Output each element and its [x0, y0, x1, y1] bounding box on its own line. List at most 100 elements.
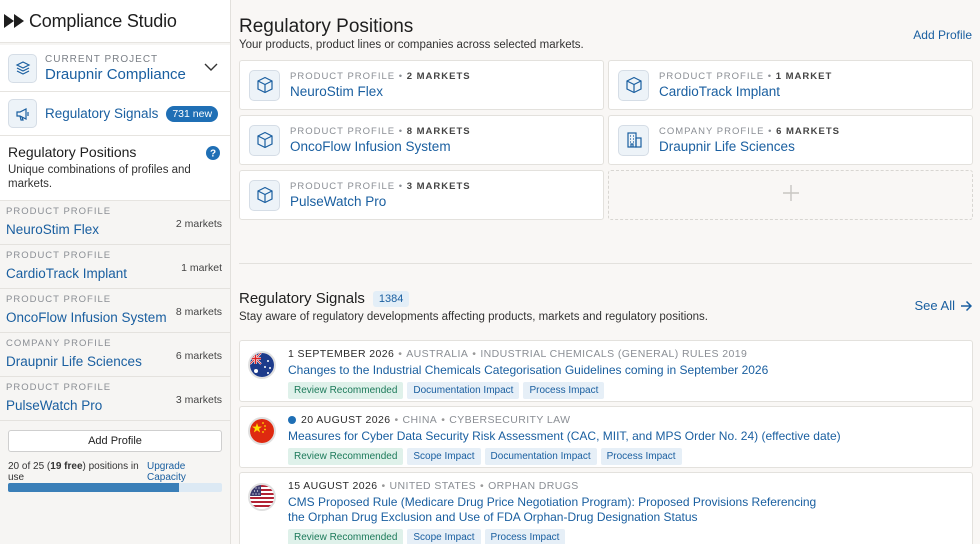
- signal-card-china[interactable]: 20 AUGUST 2026 • CHINA • CYBERSECURITY L…: [239, 406, 973, 468]
- profile-kind: PRODUCT PROFILE: [6, 250, 112, 261]
- positions-title: Regulatory Positions: [8, 144, 137, 160]
- regulatory-positions-panel: Regulatory Positions Unique combinations…: [0, 136, 230, 201]
- signal-headline[interactable]: CMS Proposed Rule (Medicare Drug Price N…: [288, 495, 828, 525]
- signal-date: 1 SEPTEMBER 2026: [288, 348, 395, 360]
- project-label: CURRENT PROJECT: [45, 53, 159, 65]
- signals-section-title: Regulatory Signals 1384: [239, 290, 410, 307]
- add-position-card[interactable]: [608, 170, 973, 220]
- arrow-right-icon: [960, 300, 972, 312]
- position-card-neurostim-flex[interactable]: PRODUCT PROFILE • 2 MARKETS NeuroStim Fl…: [239, 60, 604, 110]
- position-card-pulsewatch-pro[interactable]: PRODUCT PROFILE • 3 MARKETS PulseWatch P…: [239, 170, 604, 220]
- tag-review-recommended: Review Recommended: [288, 529, 404, 544]
- position-card-draupnir-life-sciences[interactable]: COMPANY PROFILE • 6 MARKETS Draupnir Lif…: [608, 115, 973, 165]
- layers-icon: [8, 53, 37, 83]
- signal-date: 15 AUGUST 2026: [288, 480, 378, 492]
- market-count: 1 market: [181, 262, 222, 274]
- card-markets: 1 MARKET: [775, 71, 833, 82]
- add-profile-link[interactable]: Add Profile: [913, 28, 972, 42]
- cube-icon: [249, 179, 280, 211]
- cube-icon: [249, 69, 280, 101]
- card-markets: 8 MARKETS: [406, 126, 471, 137]
- profile-kind: PRODUCT PROFILE: [6, 294, 112, 305]
- position-card-cardiotrack-implant[interactable]: PRODUCT PROFILE • 1 MARKET CardioTrack I…: [608, 60, 973, 110]
- signal-topic: CYBERSECURITY LAW: [449, 414, 571, 426]
- tag-process-impact: Process Impact: [600, 448, 682, 465]
- new-signals-badge: 731 new: [166, 105, 219, 122]
- signal-date: 20 AUGUST 2026: [301, 414, 391, 426]
- unread-dot-icon: [288, 416, 296, 424]
- tag-scope-impact: Scope Impact: [407, 529, 481, 544]
- signals-count-badge: 1384: [372, 290, 410, 307]
- profile-kind: COMPANY PROFILE: [6, 338, 112, 349]
- signals-nav-label: Regulatory Signals: [45, 106, 159, 121]
- tag-documentation-impact: Documentation Impact: [407, 382, 520, 399]
- position-card-oncoflow-infusion-system[interactable]: PRODUCT PROFILE • 8 MARKETS OncoFlow Inf…: [239, 115, 604, 165]
- sidebar-item-neurostim-flex[interactable]: PRODUCT PROFILE NeuroStim Flex 2 markets: [0, 201, 230, 245]
- card-kind: PRODUCT PROFILE: [290, 181, 396, 192]
- brand-name: Compliance Studio: [29, 10, 177, 31]
- tag-process-impact: Process Impact: [523, 382, 605, 399]
- australia-flag-icon: [248, 351, 276, 379]
- signal-meta: 1 SEPTEMBER 2026 • AUSTRALIA • INDUSTRIA…: [288, 348, 748, 360]
- main-content: Regulatory Positions Your products, prod…: [231, 0, 980, 544]
- project-name: Draupnir Compliance: [45, 65, 186, 83]
- signal-country: UNITED STATES: [389, 480, 477, 492]
- card-name: NeuroStim Flex: [290, 84, 384, 99]
- card-kind: COMPANY PROFILE: [659, 126, 765, 137]
- signal-topic: ORPHAN DRUGS: [488, 480, 579, 492]
- see-all-link[interactable]: See All: [915, 298, 972, 313]
- sidebar-item-regulatory-signals[interactable]: Regulatory Signals 731 new: [0, 92, 230, 136]
- sidebar-item-draupnir-life-sciences[interactable]: COMPANY PROFILE Draupnir Life Sciences 6…: [0, 333, 230, 377]
- usage-text: 20 of 25 (19 free) positions in use: [8, 461, 139, 483]
- positions-description: Unique combinations of profiles and mark…: [8, 164, 191, 190]
- plus-icon: [782, 184, 800, 207]
- upgrade-capacity-link[interactable]: Upgrade Capacity: [147, 461, 222, 483]
- signal-card-united-states[interactable]: 15 AUGUST 2026 • UNITED STATES • ORPHAN …: [239, 472, 973, 544]
- help-icon[interactable]: ?: [206, 146, 220, 165]
- cube-icon: [618, 69, 649, 101]
- page-subtitle: Your products, product lines or companie…: [239, 39, 584, 51]
- signal-card-australia[interactable]: 1 SEPTEMBER 2026 • AUSTRALIA • INDUSTRIA…: [239, 340, 973, 402]
- card-kind: PRODUCT PROFILE: [290, 71, 396, 82]
- capacity-usage: 20 of 25 (19 free) positions in use Upgr…: [8, 461, 222, 483]
- cube-icon: [249, 124, 280, 156]
- brand[interactable]: Compliance Studio: [0, 0, 230, 43]
- profile-kind: PRODUCT PROFILE: [6, 206, 112, 217]
- chevron-down-icon[interactable]: [204, 59, 218, 77]
- svg-text:?: ?: [210, 149, 216, 160]
- china-flag-icon: [248, 417, 276, 445]
- tag-documentation-impact: Documentation Impact: [484, 448, 597, 465]
- card-name: CardioTrack Implant: [659, 84, 781, 99]
- market-count: 6 markets: [175, 350, 222, 362]
- tag-review-recommended: Review Recommended: [288, 382, 404, 399]
- card-markets: 6 MARKETS: [776, 126, 840, 137]
- see-all-label: See All: [914, 298, 955, 313]
- tag-process-impact: Process Impact: [484, 529, 566, 544]
- profile-kind: PRODUCT PROFILE: [6, 382, 112, 393]
- section-divider: [239, 263, 972, 264]
- signal-headline[interactable]: Changes to the Industrial Chemicals Cate…: [288, 363, 972, 378]
- card-name: Draupnir Life Sciences: [659, 139, 795, 154]
- tag-review-recommended: Review Recommended: [288, 448, 404, 465]
- megaphone-icon: [8, 99, 37, 128]
- capacity-progress-bar: [8, 483, 222, 492]
- signal-headline[interactable]: Measures for Cyber Data Security Risk As…: [288, 429, 972, 444]
- sidebar: Compliance Studio CURRENT PROJECT Draupn…: [0, 0, 231, 544]
- signals-subtitle: Stay aware of regulatory developments af…: [239, 311, 708, 323]
- sidebar-item-oncoflow-infusion-system[interactable]: PRODUCT PROFILE OncoFlow Infusion System…: [0, 289, 230, 333]
- add-profile-button[interactable]: Add Profile: [8, 430, 222, 452]
- project-selector[interactable]: CURRENT PROJECT Draupnir Compliance: [0, 45, 230, 92]
- signal-country: AUSTRALIA: [406, 348, 469, 360]
- card-name: PulseWatch Pro: [290, 194, 387, 209]
- sidebar-profile-list: PRODUCT PROFILE NeuroStim Flex 2 markets…: [0, 201, 230, 421]
- sidebar-item-cardiotrack-implant[interactable]: PRODUCT PROFILE CardioTrack Implant 1 ma…: [0, 245, 230, 289]
- market-count: 8 markets: [175, 306, 222, 318]
- card-kind: PRODUCT PROFILE: [659, 71, 765, 82]
- fast-forward-logo-icon: [4, 14, 26, 28]
- signal-meta: 20 AUGUST 2026 • CHINA • CYBERSECURITY L…: [288, 414, 972, 426]
- building-icon: [618, 124, 649, 156]
- usa-flag-icon: [248, 483, 276, 511]
- page-title: Regulatory Positions: [239, 16, 414, 37]
- sidebar-item-pulsewatch-pro[interactable]: PRODUCT PROFILE PulseWatch Pro 3 markets: [0, 377, 230, 421]
- free-count: 19 free: [50, 461, 83, 472]
